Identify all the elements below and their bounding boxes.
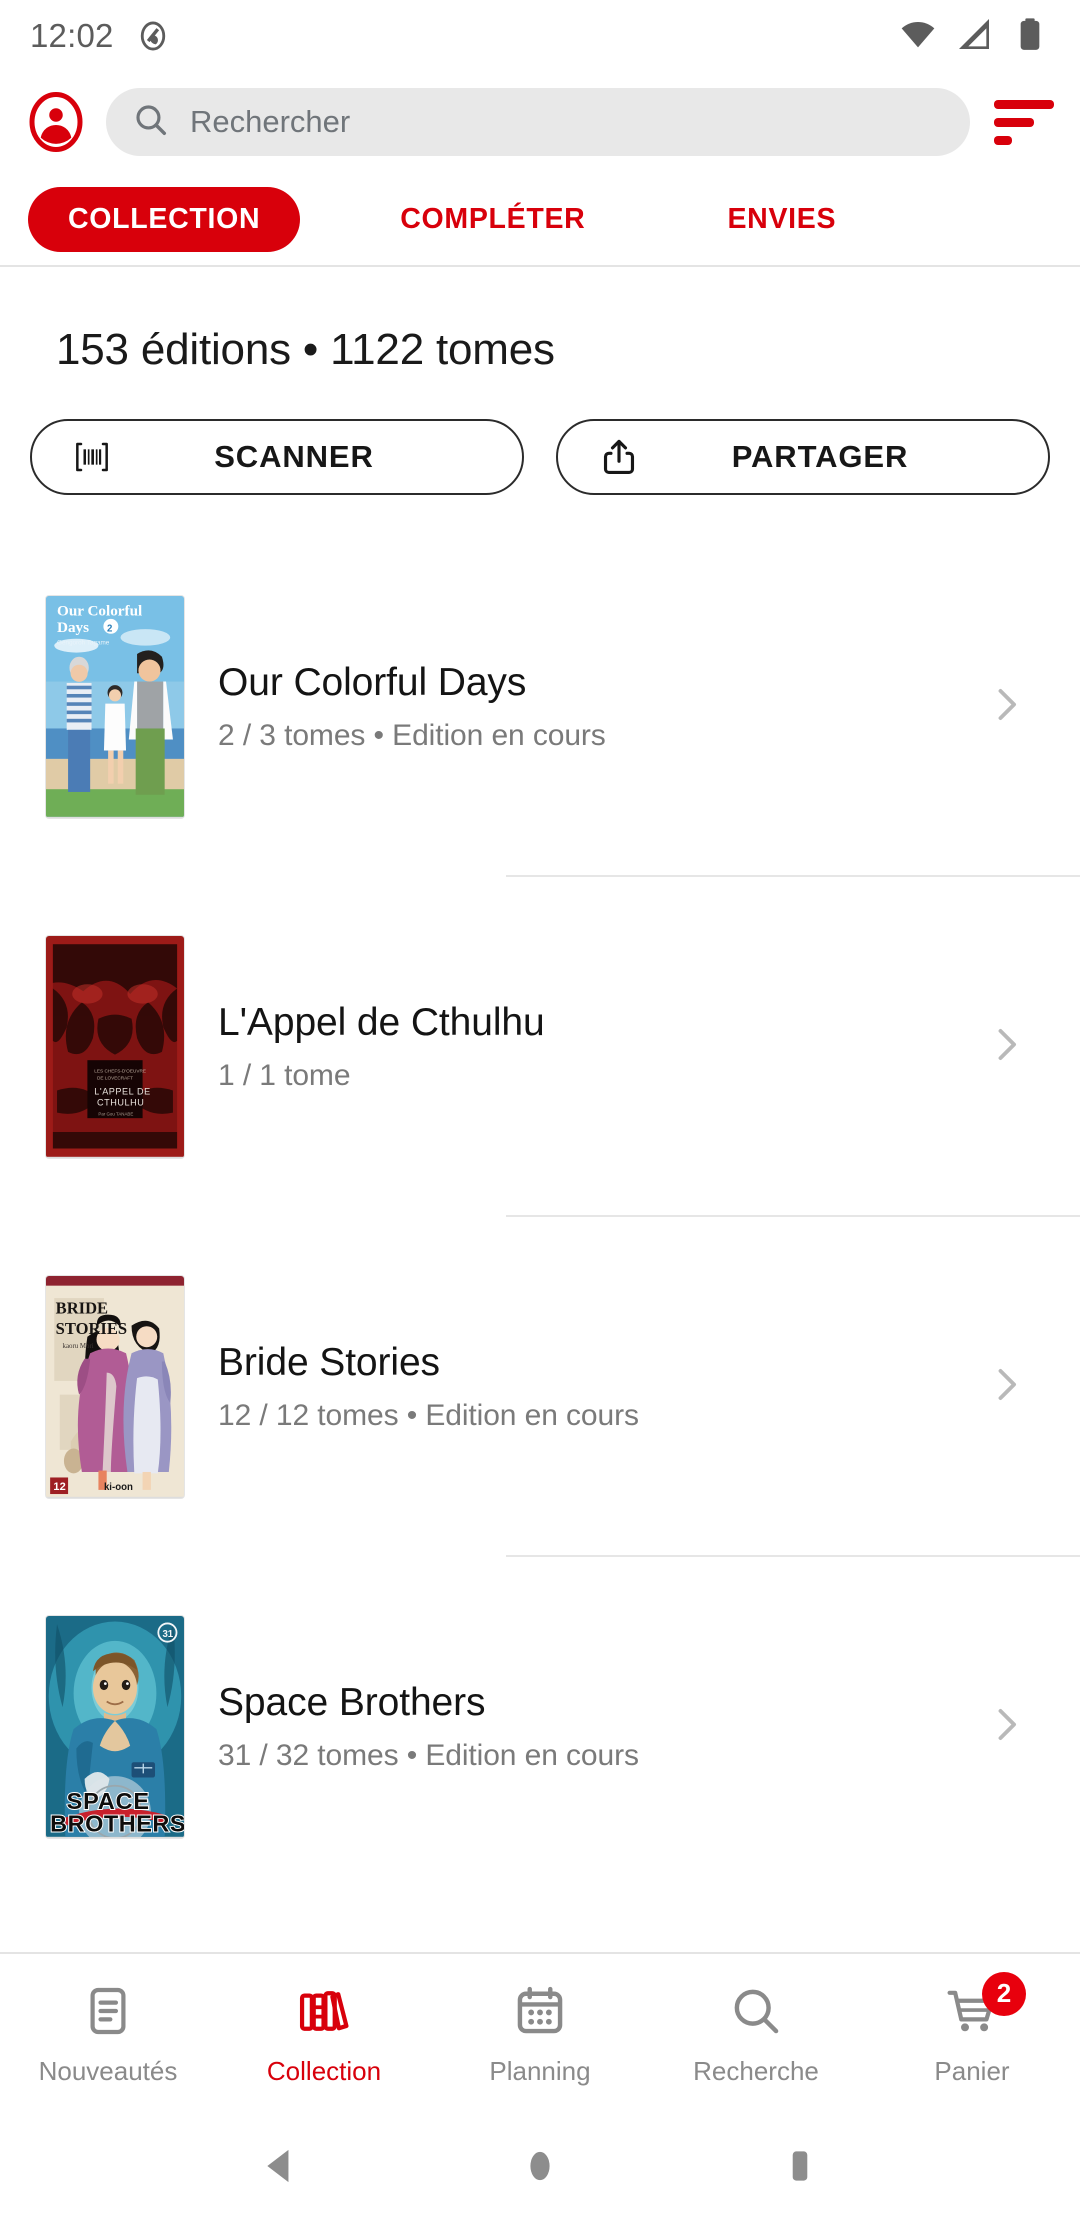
series-subtitle: 31 / 32 tomes • Edition en cours <box>218 1739 639 1772</box>
search-icon <box>132 101 170 144</box>
nav-label-nouveautes: Nouveautés <box>38 2055 178 2086</box>
svg-text:Our Colorful: Our Colorful <box>57 602 142 619</box>
nav-label-recherche: Recherche <box>693 2055 819 2086</box>
books-shelf-icon <box>296 1980 352 2042</box>
account-avatar-icon[interactable] <box>26 92 86 152</box>
app-header: Rechercher <box>0 72 1080 172</box>
series-subtitle: 1 / 1 tome <box>218 1059 351 1092</box>
page-title: 153 éditions • 1122 tomes <box>56 325 555 374</box>
nav-item-panier[interactable]: 2 Panier <box>864 1954 1080 2112</box>
series-list: Our Colorful Days 2 Gengoroh Tagame Our … <box>0 537 1080 1897</box>
series-title: Bride Stories <box>218 1341 440 1384</box>
calendar-icon <box>512 1980 568 2042</box>
svg-text:LES CHEFS-D'OEUVRE: LES CHEFS-D'OEUVRE <box>94 1069 146 1074</box>
tab-envies[interactable]: ENVIES <box>693 187 870 252</box>
svg-text:2: 2 <box>107 623 112 634</box>
status-bar-clock: 12:02 <box>30 17 114 54</box>
svg-text:Par Gou TANABE: Par Gou TANABE <box>98 1111 133 1116</box>
our-colorful-days-cover: Our Colorful Days 2 Gengoroh Tagame <box>46 596 184 818</box>
list-item[interactable]: Our Colorful Days 2 Gengoroh Tagame Our … <box>0 537 1080 877</box>
chevron-right-icon <box>984 1703 1028 1752</box>
android-navigation-bar <box>0 2112 1080 2220</box>
svg-text:STORIES: STORIES <box>56 1319 127 1338</box>
space-brothers-cover: SPACE BROTHERS 31 <box>46 1616 184 1838</box>
tab-completer[interactable]: COMPLÉTER <box>366 187 619 252</box>
nav-item-recherche[interactable]: Recherche <box>648 1954 864 2112</box>
search-placeholder: Rechercher <box>190 104 351 139</box>
list-item-body: Space Brothers 31 / 32 tomes • Edition e… <box>218 1557 1080 1897</box>
cellular-signal-icon <box>954 14 994 59</box>
svg-text:12: 12 <box>53 1481 65 1493</box>
series-title: L'Appel de Cthulhu <box>218 1001 545 1044</box>
bottom-navigation: Nouveautés Collection Planning Recherche… <box>0 1952 1080 2112</box>
nav-label-collection: Collection <box>266 2055 382 2086</box>
home-circle-icon[interactable] <box>505 2131 575 2201</box>
search-icon <box>728 1980 784 2042</box>
list-item-body: L'Appel de Cthulhu 1 / 1 tome <box>218 877 1080 1217</box>
series-title: Our Colorful Days <box>218 661 527 704</box>
chevron-right-icon <box>984 683 1028 732</box>
chevron-right-icon <box>984 1363 1028 1412</box>
series-title: Space Brothers <box>218 1681 486 1724</box>
nav-item-planning[interactable]: Planning <box>432 1954 648 2112</box>
chevron-right-icon <box>984 1023 1028 1072</box>
list-item[interactable]: BRIDE STORIES kaoru Mori 12 ki-oon Bride… <box>0 1217 1080 1557</box>
filter-sort-icon[interactable] <box>990 92 1054 152</box>
collection-tabbar: COLLECTION COMPLÉTER ENVIES <box>0 172 1080 267</box>
recents-square-icon[interactable] <box>765 2131 835 2201</box>
news-document-icon <box>80 1980 136 2042</box>
status-bar: 12:02 <box>0 0 1080 72</box>
nav-label-planning: Planning <box>489 2055 591 2086</box>
action-button-row: SCANNER PARTAGER <box>0 375 1080 495</box>
barcode-scanner-icon <box>72 437 112 477</box>
svg-text:ki-oon: ki-oon <box>104 1482 133 1493</box>
nav-item-nouveautes[interactable]: Nouveautés <box>0 1954 216 2112</box>
appel-de-cthulhu-cover: LES CHEFS-D'OEUVRE DE LOVECRAFT L'APPEL … <box>46 936 184 1158</box>
svg-text:Days: Days <box>57 619 89 636</box>
svg-text:31: 31 <box>162 1629 173 1640</box>
svg-text:L'APPEL DE: L'APPEL DE <box>94 1087 150 1097</box>
bride-stories-cover: BRIDE STORIES kaoru Mori 12 ki-oon <box>46 1276 184 1498</box>
nav-label-panier: Panier <box>934 2055 1010 2086</box>
list-item[interactable]: SPACE BROTHERS 31 Space Brothers 31 / 32… <box>0 1557 1080 1897</box>
nav-item-collection[interactable]: Collection <box>216 1954 432 2112</box>
svg-text:CTHULHU: CTHULHU <box>97 1098 144 1108</box>
list-item-body: Bride Stories 12 / 12 tomes • Edition en… <box>218 1217 1080 1557</box>
shopping-cart-icon: 2 <box>942 1971 1026 2042</box>
list-item-body: Our Colorful Days 2 / 3 tomes • Edition … <box>218 537 1080 877</box>
svg-text:DE LOVECRAFT: DE LOVECRAFT <box>97 1076 133 1081</box>
svg-text:Gengoroh Tagame: Gengoroh Tagame <box>57 639 110 646</box>
share-icon <box>598 436 640 478</box>
search-input[interactable]: Rechercher <box>106 88 970 156</box>
screenshot-capture-icon <box>136 19 170 53</box>
series-subtitle: 12 / 12 tomes • Edition en cours <box>218 1399 639 1432</box>
svg-text:BROTHERS: BROTHERS <box>50 1810 184 1836</box>
list-item[interactable]: LES CHEFS-D'OEUVRE DE LOVECRAFT L'APPEL … <box>0 877 1080 1217</box>
series-subtitle: 2 / 3 tomes • Edition en cours <box>218 719 606 752</box>
cart-badge-count: 2 <box>982 1971 1026 2016</box>
tab-collection[interactable]: COLLECTION <box>28 187 301 252</box>
battery-icon <box>1010 14 1050 59</box>
back-triangle-icon[interactable] <box>245 2131 315 2201</box>
share-button[interactable]: PARTAGER <box>556 419 1050 495</box>
svg-text:kaoru Mori: kaoru Mori <box>63 1343 94 1350</box>
wifi-icon <box>898 14 938 59</box>
app-screen: 12:02 Rechercher COLLECTION COMPLÉTER EN… <box>0 0 1080 2220</box>
svg-text:BRIDE: BRIDE <box>56 1298 108 1317</box>
scanner-button[interactable]: SCANNER <box>30 419 524 495</box>
collection-content: 153 éditions • 1122 tomes SCANNER PARTAG… <box>0 267 1080 1952</box>
